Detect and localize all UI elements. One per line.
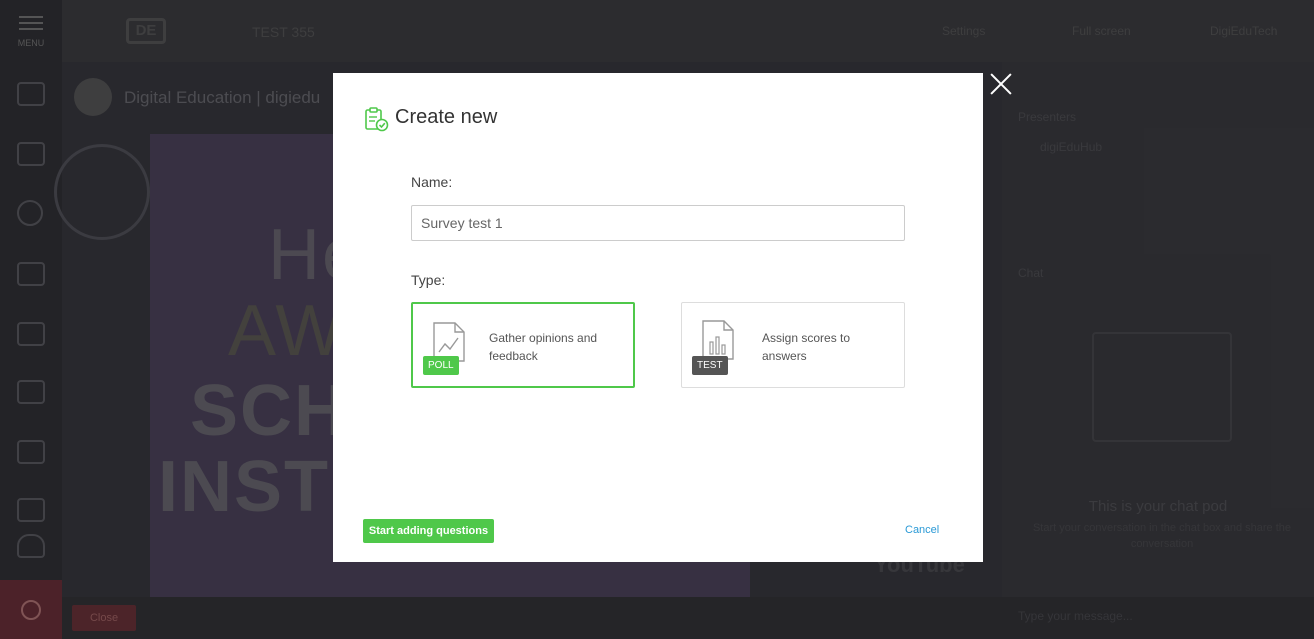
test-description: Assign scores to answers [762,331,851,363]
cancel-link[interactable]: Cancel [905,524,939,536]
poll-badge: POLL [423,356,459,375]
name-label: Name: [411,174,453,190]
create-new-dialog: Create new Name: Type: POLL Gather opini… [333,73,983,562]
close-icon[interactable] [987,70,1015,98]
type-option-poll[interactable]: POLL Gather opinions and feedback [411,302,635,388]
poll-description: Gather opinions and feedback [489,331,598,363]
clipboard-check-icon [365,107,389,132]
test-badge: TEST [692,356,728,375]
dialog-title: Create new [395,106,498,128]
name-input[interactable] [411,205,905,241]
bar-chart-document-icon [702,320,734,360]
type-label: Type: [411,272,446,288]
type-option-test[interactable]: TEST Assign scores to answers [681,302,905,388]
start-adding-questions-button[interactable]: Start adding questions [363,519,494,543]
